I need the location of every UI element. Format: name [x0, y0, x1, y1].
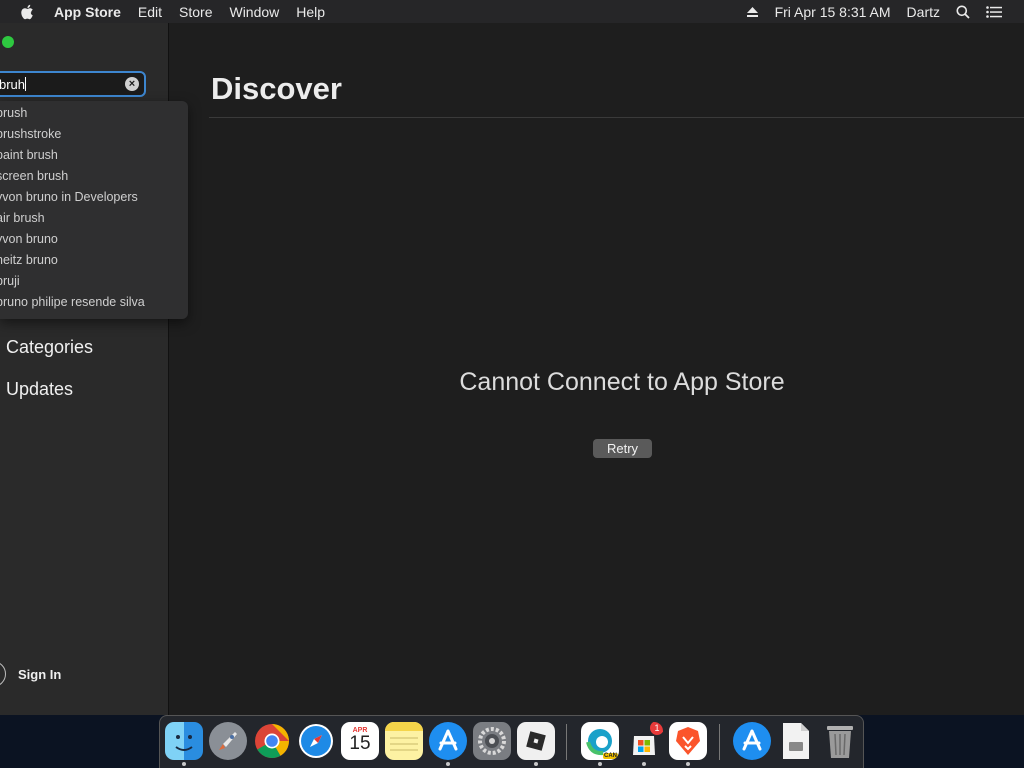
edge-canary-tag: CAN	[603, 753, 618, 759]
calendar-day-label: 15	[349, 733, 371, 754]
suggestion-item[interactable]: bruji	[0, 271, 188, 292]
suggestion-item[interactable]: brushstroke	[0, 124, 188, 145]
title-divider	[209, 117, 1024, 118]
chrome-icon[interactable]	[253, 722, 291, 760]
search-suggestions: brush brushstroke paint brush screen bru…	[0, 101, 188, 319]
system-preferences-icon[interactable]	[473, 722, 511, 760]
window-zoom-button[interactable]	[2, 36, 14, 48]
menu-help[interactable]: Help	[296, 4, 325, 20]
suggestion-item[interactable]: air brush	[0, 208, 188, 229]
connection-error-message: Cannot Connect to App Store	[459, 368, 785, 396]
menu-store[interactable]: Store	[179, 4, 212, 20]
safari-icon[interactable]	[297, 722, 335, 760]
menu-app-name[interactable]: App Store	[54, 4, 121, 20]
menu-bar: App Store Edit Store Window Help Fri Apr…	[0, 0, 1024, 24]
running-indicator	[182, 762, 186, 766]
dock: APR 15 CAN 1	[159, 715, 864, 768]
search-field[interactable]: bruh ×	[0, 71, 146, 97]
edge-canary-icon[interactable]: CAN	[581, 722, 619, 760]
notification-center-icon[interactable]	[986, 5, 1002, 18]
suggestion-item[interactable]: brush	[0, 103, 188, 124]
running-indicator	[686, 762, 690, 766]
suggestion-item[interactable]: yvon bruno	[0, 229, 188, 250]
suggestion-item[interactable]: paint brush	[0, 145, 188, 166]
microsoft-store-icon[interactable]: 1	[625, 722, 663, 760]
account-avatar-icon	[0, 661, 6, 687]
suggestion-item[interactable]: bruno philipe resende silva	[0, 292, 188, 313]
running-indicator	[598, 762, 602, 766]
search-input[interactable]: bruh	[0, 77, 27, 92]
dock-separator	[719, 724, 720, 760]
menu-user[interactable]: Dartz	[907, 4, 940, 20]
running-indicator	[446, 762, 450, 766]
menu-clock[interactable]: Fri Apr 15 8:31 AM	[775, 4, 891, 20]
notification-badge: 1	[650, 722, 663, 735]
spotlight-search-icon[interactable]	[956, 5, 970, 19]
dock-separator	[566, 724, 567, 760]
suggestion-item[interactable]: screen brush	[0, 166, 188, 187]
roblox-icon[interactable]	[517, 722, 555, 760]
app-store-icon[interactable]	[429, 722, 467, 760]
main-content: Discover Cannot Connect to App Store Ret…	[169, 23, 1024, 715]
sidebar-item-categories[interactable]: Categories	[6, 337, 93, 358]
suggestion-item[interactable]: heitz bruno	[0, 250, 188, 271]
running-indicator	[534, 762, 538, 766]
sign-in-button[interactable]: Sign In	[0, 661, 61, 687]
apple-menu-icon[interactable]	[20, 4, 34, 20]
brave-icon[interactable]	[669, 722, 707, 760]
suggestion-item[interactable]: yvon bruno in Developers	[0, 187, 188, 208]
page-title: Discover	[211, 71, 342, 106]
app-store-window: bruh × brush brushstroke paint brush scr…	[0, 23, 1024, 715]
retry-button[interactable]: Retry	[593, 439, 652, 458]
sidebar: bruh × brush brushstroke paint brush scr…	[0, 23, 188, 715]
finder-icon[interactable]	[165, 722, 203, 760]
running-indicator	[642, 762, 646, 766]
clear-search-icon[interactable]: ×	[125, 77, 139, 91]
notes-icon[interactable]	[385, 722, 423, 760]
document-icon[interactable]	[777, 722, 815, 760]
menu-window[interactable]: Window	[229, 4, 279, 20]
sidebar-item-updates[interactable]: Updates	[6, 379, 73, 400]
sign-in-label: Sign In	[18, 666, 62, 682]
eject-icon[interactable]	[746, 6, 759, 18]
downloads-folder-icon[interactable]	[733, 722, 771, 760]
launchpad-icon[interactable]	[209, 722, 247, 760]
calendar-icon[interactable]: APR 15	[341, 722, 379, 760]
trash-icon[interactable]	[821, 722, 859, 760]
menu-edit[interactable]: Edit	[138, 4, 162, 20]
